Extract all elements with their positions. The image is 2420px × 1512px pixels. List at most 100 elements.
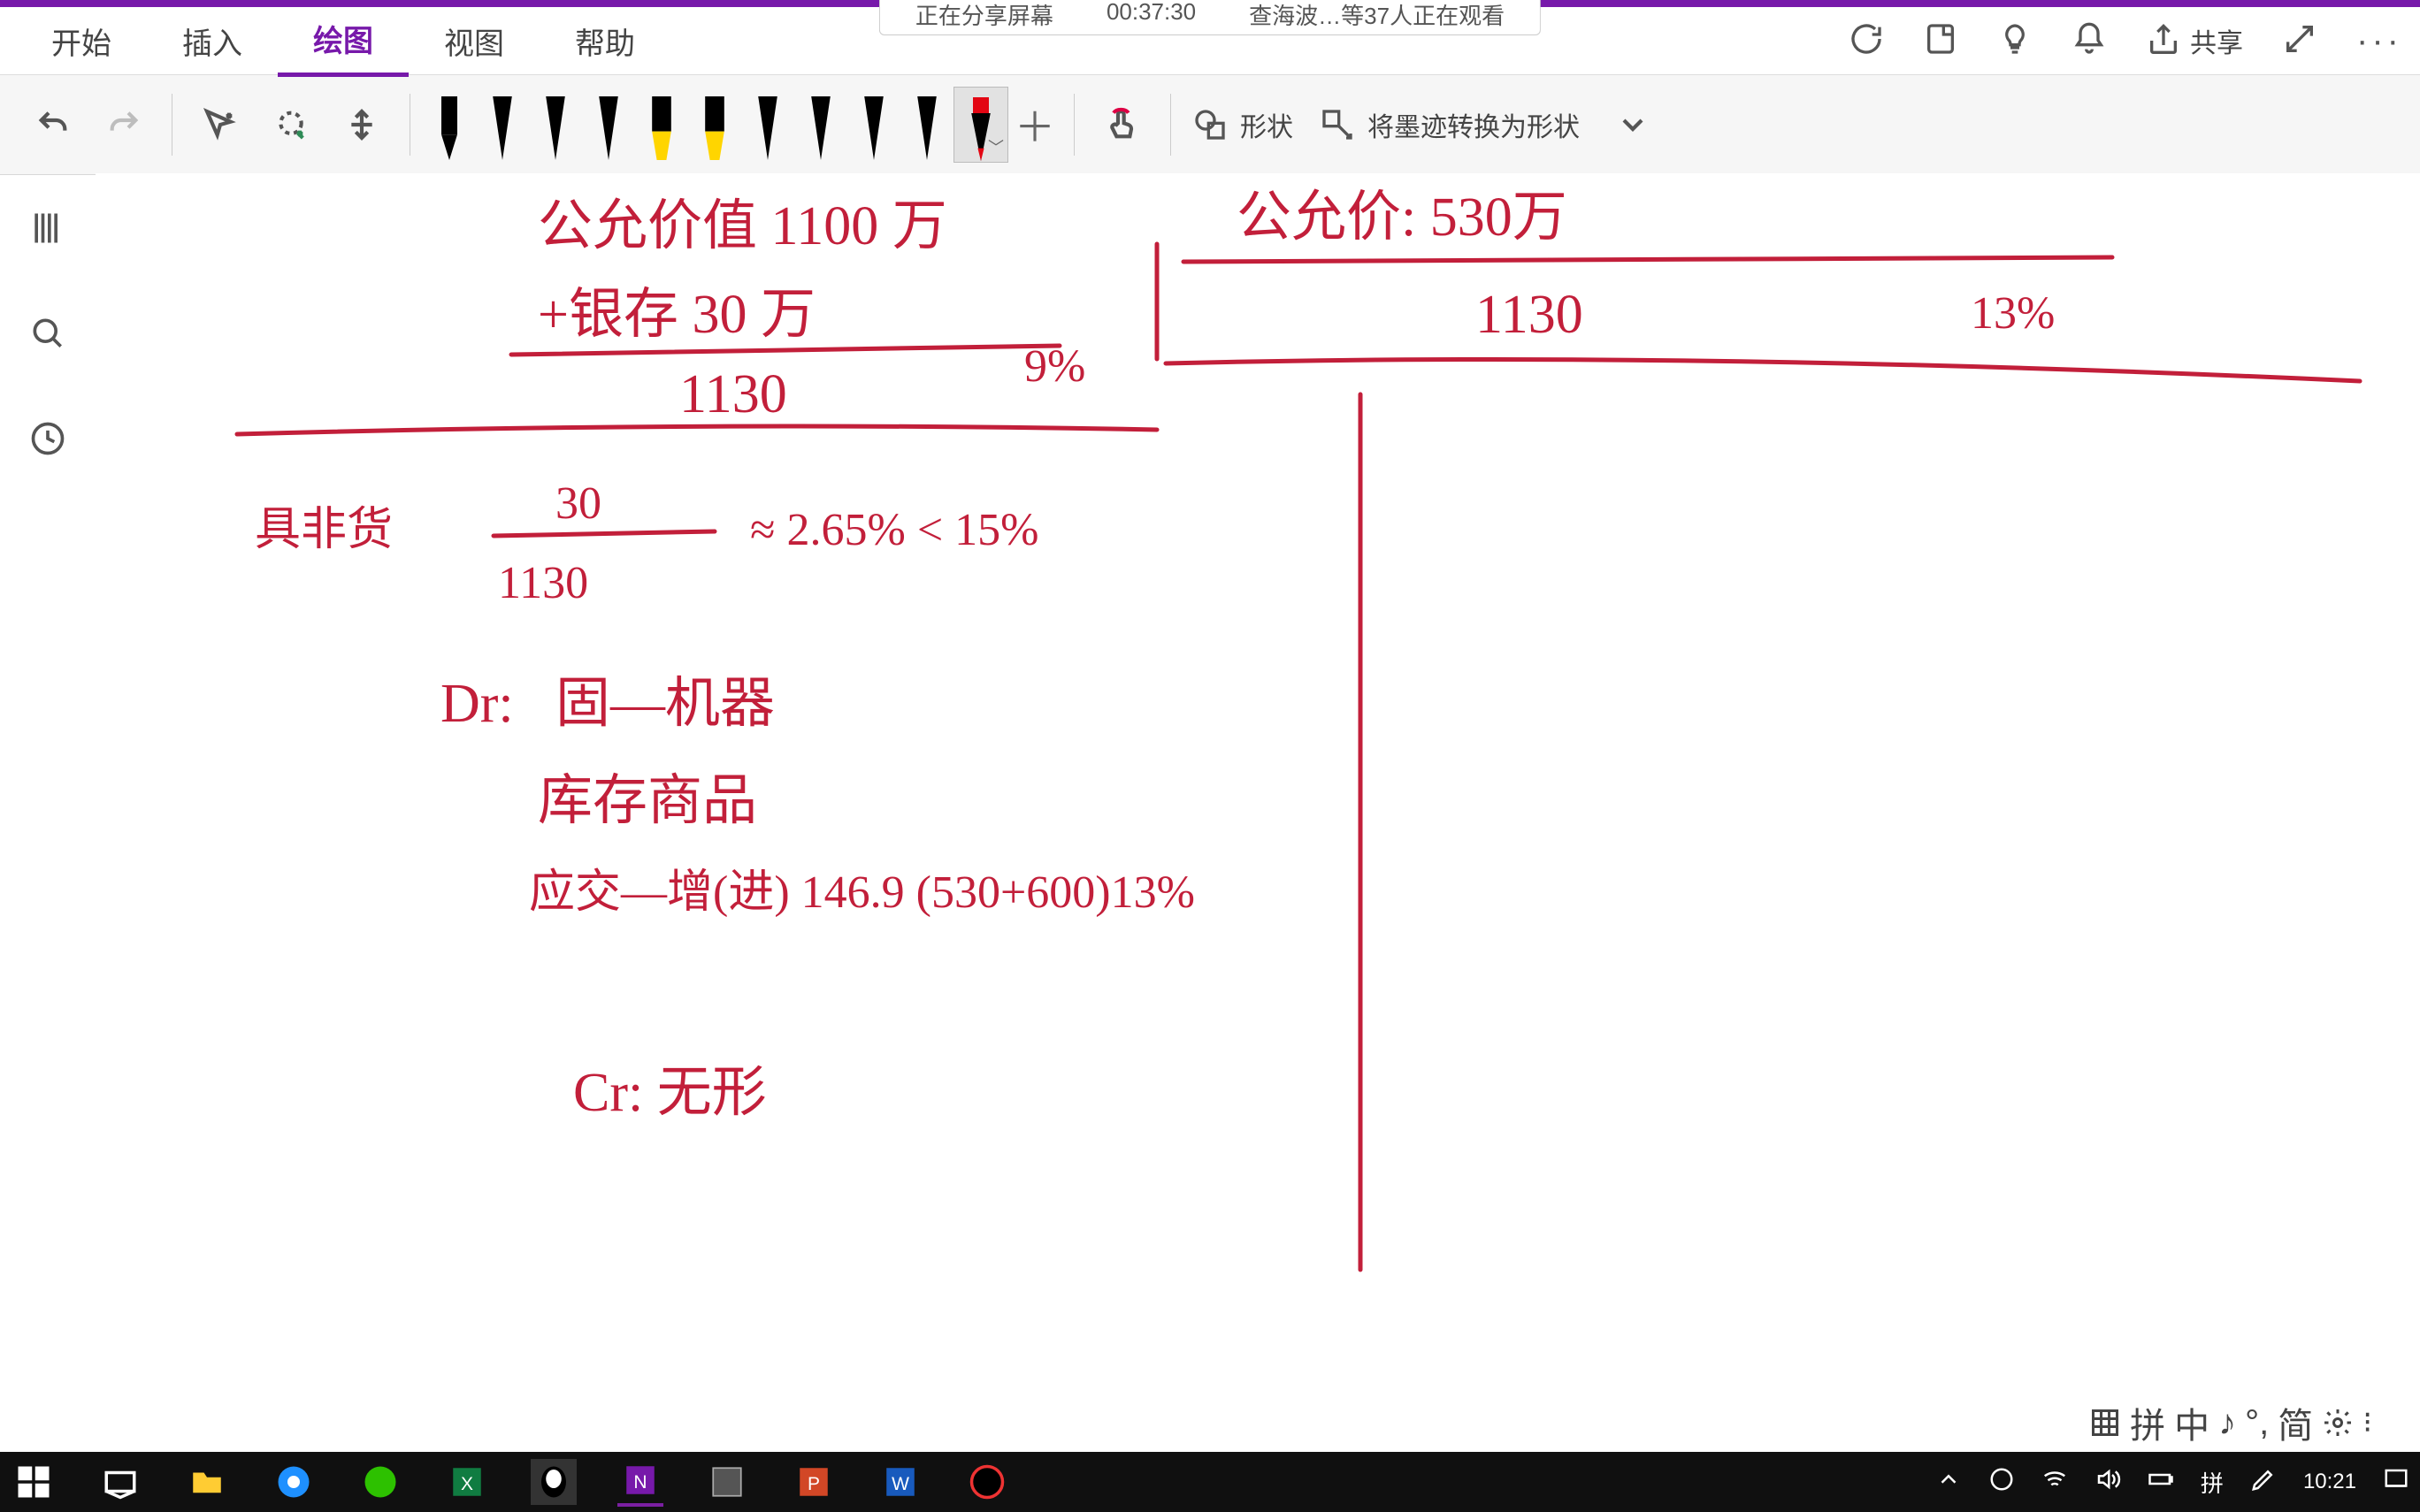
tab-help[interactable]: 帮助 — [540, 7, 670, 75]
pen-5-highlighter[interactable] — [688, 87, 741, 161]
pen-7[interactable] — [794, 87, 847, 161]
note-canvas[interactable]: 公允价值 1100 万 +银存 30 万 1130 9% 公允价: 530万 1… — [96, 173, 2420, 1452]
app-icon[interactable] — [704, 1459, 750, 1505]
start-button[interactable] — [11, 1459, 57, 1505]
share-button[interactable]: 共享 — [2146, 21, 2243, 60]
search-icon[interactable] — [28, 314, 67, 357]
battery-icon[interactable] — [2148, 1466, 2174, 1499]
qq-icon[interactable] — [531, 1459, 577, 1505]
redo-button[interactable] — [97, 98, 150, 151]
svg-text:P: P — [808, 1474, 820, 1494]
tray-overflow-icon[interactable] — [1935, 1466, 1962, 1499]
bell-icon[interactable] — [2072, 21, 2107, 61]
pen-gallery: ﹀ — [423, 87, 1008, 163]
ink-text: 1130 — [1475, 285, 1583, 345]
grid-icon — [2089, 1407, 2121, 1439]
ink-text: 公允价: 530万 — [1237, 187, 1567, 248]
ime-item[interactable]: ♪ — [2218, 1403, 2236, 1443]
volume-icon[interactable] — [2095, 1466, 2121, 1499]
taskbar-clock[interactable]: 10:21 — [2303, 1470, 2356, 1493]
windows-taskbar: X N P W 拼 10:21 — [0, 1452, 2420, 1512]
more-icon[interactable]: ··· — [2356, 21, 2402, 61]
tray-icon[interactable] — [1988, 1466, 2015, 1499]
ink-stroke — [1166, 360, 2360, 382]
shapes-label: 形状 — [1240, 105, 1293, 144]
svg-text:X: X — [461, 1474, 473, 1494]
page-icon[interactable] — [1923, 21, 1958, 61]
onenote-icon[interactable]: N — [617, 1457, 663, 1507]
ime-item[interactable]: 中 — [2174, 1397, 2209, 1448]
ink-text: 具非货 — [255, 505, 393, 555]
gear-icon[interactable] — [2322, 1407, 2354, 1439]
separator — [1170, 94, 1171, 156]
touch-draw-button[interactable] — [1096, 98, 1149, 151]
svg-text:W: W — [892, 1474, 909, 1494]
pen-4-highlighter[interactable] — [635, 87, 688, 161]
word-icon[interactable]: W — [877, 1459, 923, 1505]
ink-stroke — [511, 346, 1060, 355]
ink-text: Dr: — [440, 674, 514, 734]
pen-2[interactable] — [529, 87, 582, 161]
browser-icon[interactable] — [271, 1459, 317, 1505]
pen-3[interactable] — [582, 87, 635, 161]
insert-space-button[interactable] — [335, 98, 388, 151]
ink-text: 库存商品 — [538, 771, 757, 831]
ribbon-expand-button[interactable] — [1606, 98, 1659, 151]
left-nav-rail — [0, 173, 96, 1487]
wechat-icon[interactable] — [357, 1459, 403, 1505]
ink-text: 公允价值 1100 万 — [538, 196, 947, 256]
ime-tray-icon[interactable]: 拼 — [2201, 1466, 2224, 1499]
ink-text: ≈ 2.65% < 15% — [750, 505, 1039, 555]
ink-to-shape-button[interactable]: 将墨迹转换为形状 — [1320, 105, 1580, 144]
ime-item[interactable]: 拼 — [2130, 1397, 2165, 1448]
ink-text: 9% — [1024, 341, 1085, 392]
tab-draw[interactable]: 绘图 — [278, 4, 409, 77]
system-tray: 拼 10:21 — [1935, 1466, 2409, 1499]
separator — [1074, 94, 1075, 156]
chevron-down-icon: ﹀ — [988, 135, 1004, 158]
tabs-right-controls: 共享 ··· — [1849, 7, 2402, 74]
ink-text: +银存 30 万 — [538, 285, 816, 345]
pen-9[interactable] — [900, 87, 953, 161]
pen-0[interactable] — [423, 87, 476, 161]
ink-text: 1130 — [679, 364, 787, 424]
ime-item[interactable]: °, — [2245, 1403, 2269, 1443]
media-icon[interactable] — [964, 1459, 1010, 1505]
ink-text: Cr: 无形 — [573, 1063, 767, 1123]
draw-ribbon: ﹀ ＋ 形状 将墨迹转换为形状 — [0, 75, 2420, 175]
svg-text:N: N — [633, 1472, 647, 1493]
recent-icon[interactable] — [28, 419, 67, 462]
pen-1[interactable] — [476, 87, 529, 161]
tab-insert[interactable]: 插入 — [147, 7, 278, 75]
excel-icon[interactable]: X — [444, 1459, 490, 1505]
ink-text: 1130 — [498, 558, 588, 608]
undo-button[interactable] — [27, 98, 80, 151]
lasso-button[interactable] — [264, 98, 318, 151]
pen-8[interactable] — [847, 87, 900, 161]
taskview-icon[interactable] — [97, 1459, 143, 1505]
wifi-icon[interactable] — [2041, 1466, 2068, 1499]
pen-10-red[interactable]: ﹀ — [953, 87, 1008, 163]
tab-home[interactable]: 开始 — [16, 7, 147, 75]
powerpoint-icon[interactable]: P — [791, 1459, 837, 1505]
text-cursor-button[interactable] — [194, 98, 247, 151]
ime-item[interactable]: 简 — [2278, 1397, 2313, 1448]
pen-tray-icon[interactable] — [2250, 1466, 2277, 1499]
ink-text: 应交—增(进) 146.9 (530+600)13% — [529, 867, 1195, 918]
notebooks-icon[interactable] — [28, 209, 67, 252]
ink-to-shape-label: 将墨迹转换为形状 — [1367, 105, 1580, 144]
lightbulb-icon[interactable] — [1997, 21, 2033, 61]
add-pen-button[interactable]: ＋ — [1008, 98, 1061, 151]
pen-6[interactable] — [741, 87, 794, 161]
notification-icon[interactable] — [2383, 1466, 2409, 1499]
ime-more[interactable]: ⁝ — [2363, 1405, 2372, 1440]
sync-icon[interactable] — [1849, 21, 1884, 61]
ime-bar[interactable]: 拼 中 ♪ °, 简 ⁝ — [2082, 1395, 2379, 1450]
explorer-icon[interactable] — [184, 1459, 230, 1505]
shapes-button[interactable]: 形状 — [1192, 105, 1293, 144]
ink-text: 30 — [555, 478, 601, 529]
taskbar-apps: X N P W — [11, 1457, 1010, 1507]
ink-stroke — [494, 531, 715, 536]
tab-view[interactable]: 视图 — [409, 7, 540, 75]
fullscreen-icon[interactable] — [2282, 21, 2317, 61]
